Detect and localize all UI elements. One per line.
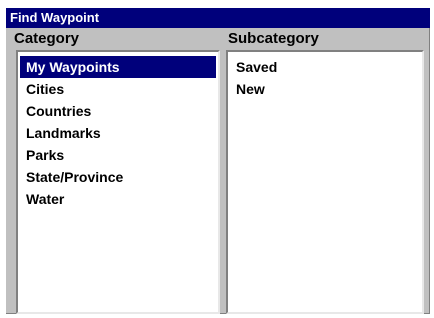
category-item-parks[interactable]: Parks (20, 144, 216, 166)
subcategory-item-saved[interactable]: Saved (230, 56, 420, 78)
subcategory-label: Subcategory (228, 30, 319, 47)
category-item-water[interactable]: Water (20, 188, 216, 210)
subcategory-item-new[interactable]: New (230, 78, 420, 100)
find-waypoint-dialog: Find Waypoint Category Subcategory My Wa… (6, 8, 430, 314)
category-item-my-waypoints[interactable]: My Waypoints (20, 56, 216, 78)
category-item-cities[interactable]: Cities (20, 78, 216, 100)
category-item-countries[interactable]: Countries (20, 100, 216, 122)
category-list[interactable]: My Waypoints Cities Countries Landmarks … (16, 50, 220, 314)
window-title: Find Waypoint (6, 8, 430, 28)
category-item-state-province[interactable]: State/Province (20, 166, 216, 188)
subcategory-list[interactable]: Saved New (226, 50, 424, 314)
category-item-landmarks[interactable]: Landmarks (20, 122, 216, 144)
category-label: Category (14, 30, 80, 47)
